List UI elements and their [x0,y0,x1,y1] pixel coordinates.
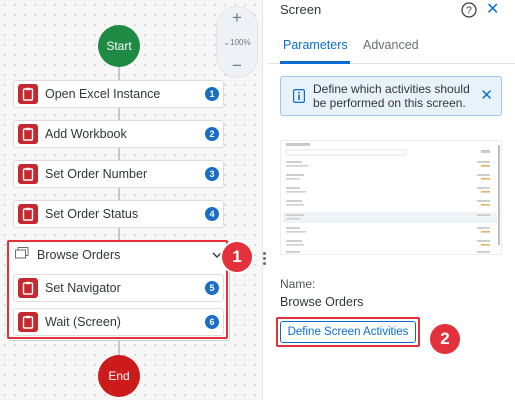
step-badge: 1 [205,87,219,101]
clipboard-icon [18,124,38,144]
properties-panel: Screen ? ✕ Parameters Advanced Define wh… [268,0,515,400]
close-icon[interactable]: ✕ [480,86,493,104]
start-label: Start [106,39,132,53]
zoom-level[interactable]: ⌄100% [223,38,250,47]
activity-label: Open Excel Instance [45,87,161,101]
close-icon[interactable]: ✕ [486,0,499,19]
step-badge: 2 [205,127,219,141]
name-label: Name: [280,277,316,291]
flow-canvas[interactable]: Start + ⌄100% − Open Excel Instance 1 Ad… [0,0,263,400]
resize-handle[interactable] [263,252,267,265]
screen-preview-thumbnail [280,140,502,255]
svg-text:?: ? [466,6,472,17]
activity-label: Set Order Number [45,167,148,181]
end-label: End [108,369,130,383]
zoom-control: + ⌄100% − [216,6,258,78]
clipboard-icon [18,84,38,104]
activity-set-order-status[interactable]: Set Order Status 4 [13,200,224,228]
end-node[interactable]: End [98,355,140,397]
activity-set-order-number[interactable]: Set Order Number 3 [13,160,224,188]
step-badge: 3 [205,167,219,181]
activity-label: Set Order Status [45,207,139,221]
active-tab-indicator [280,61,350,64]
start-node[interactable]: Start [98,25,140,67]
info-message-text: Define which activities should be perfor… [313,82,470,110]
activity-label: Add Workbook [45,127,127,141]
clipboard-icon [18,204,38,224]
preview-scrollbar[interactable] [498,145,500,245]
tab-advanced[interactable]: Advanced [363,38,419,52]
panel-tabs: Parameters Advanced [268,28,515,64]
zoom-in-button[interactable]: + [232,9,242,27]
clipboard-icon [18,164,38,184]
name-value: Browse Orders [280,295,364,309]
tab-parameters[interactable]: Parameters [283,38,348,52]
zoom-out-button[interactable]: − [232,57,242,75]
activity-open-excel-instance[interactable]: Open Excel Instance 1 [13,80,224,108]
step-badge: 4 [205,207,219,221]
callout-badge: 1 [222,242,252,272]
info-icon [293,89,306,108]
activity-add-workbook[interactable]: Add Workbook 2 [13,120,224,148]
highlight-frame [276,317,420,347]
info-message-strip: Define which activities should be perfor… [280,76,502,116]
panel-title: Screen [280,2,322,17]
help-icon[interactable]: ? [461,2,477,23]
callout-badge: 2 [430,324,460,354]
zoom-level-value: 100% [230,37,251,47]
highlight-frame [7,240,228,339]
